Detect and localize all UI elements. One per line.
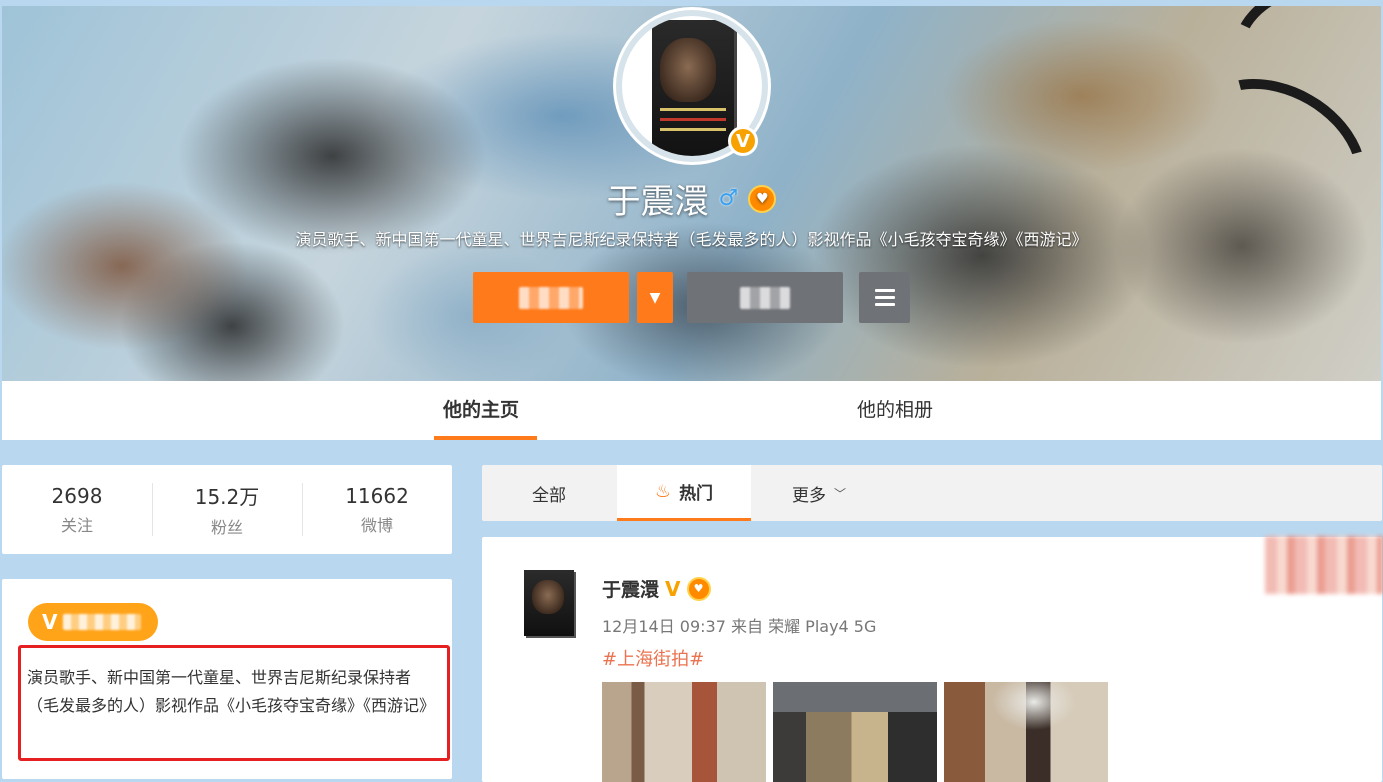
post-avatar[interactable] xyxy=(524,570,574,636)
follow-button[interactable] xyxy=(473,272,629,323)
profile-nav: 他的主页 他的相册 xyxy=(2,381,1381,440)
verified-badge-icon: V xyxy=(728,126,758,156)
post-author[interactable]: 于震澴 V ♥ xyxy=(602,575,711,602)
active-tab-indicator xyxy=(434,436,537,440)
post-photo[interactable] xyxy=(944,682,1108,782)
more-menu-button[interactable] xyxy=(859,272,910,323)
stat-value: 2698 xyxy=(51,483,103,508)
stat-label: 微博 xyxy=(360,515,393,535)
verified-badge[interactable]: V xyxy=(28,603,158,641)
member-heart-icon: ♥ xyxy=(748,184,777,213)
tab-album[interactable]: 他的相册 xyxy=(857,381,933,440)
follow-dropdown-button[interactable]: ▼ xyxy=(637,272,673,323)
post-hashtag[interactable]: #上海街拍# xyxy=(602,645,704,671)
verified-v-icon: V xyxy=(42,610,58,634)
tab-all[interactable]: 全部 xyxy=(482,465,616,521)
tab-hot-label: 热门 xyxy=(679,484,714,504)
tab-hot[interactable]: ♨ 热门 xyxy=(617,465,751,521)
stat-label: 粉丝 xyxy=(210,518,243,537)
hamburger-icon xyxy=(874,289,895,292)
post-photo[interactable] xyxy=(602,682,766,782)
post-card: 于震澴 V ♥ 12月14日 09:37 来自 荣耀 Play4 5G #上海街… xyxy=(482,537,1382,782)
message-button[interactable] xyxy=(687,272,843,323)
bio-text-highlight: 演员歌手、新中国第一代童星、世界吉尼斯纪录保持者（毛发最多的人）影视作品《小毛孩… xyxy=(18,645,450,761)
member-heart-icon: ♥ xyxy=(686,576,711,601)
feed-tabs: 全部 ♨ 热门 更多 ﹀ xyxy=(482,465,1382,521)
blurred-corner-widget xyxy=(1265,536,1383,594)
blurred-badge-text xyxy=(63,614,142,630)
profile-description: 演员歌手、新中国第一代童星、世界吉尼斯纪录保持者（毛发最多的人）影视作品《小毛孩… xyxy=(295,230,1088,249)
stat-value: 15.2万 xyxy=(194,485,260,509)
tab-more-label: 更多 xyxy=(791,485,826,506)
blurred-label xyxy=(740,286,790,309)
bio-card: V 演员歌手、新中国第一代童星、世界吉尼斯纪录保持者（毛发最多的人）影视作品《小… xyxy=(2,579,452,779)
blurred-label xyxy=(519,286,583,309)
chevron-down-icon: ﹀ xyxy=(833,486,846,501)
profile-name: 于震澴 ♂ ♥ xyxy=(0,174,1383,223)
caret-down-icon: ▼ xyxy=(649,289,661,306)
stat-following[interactable]: 2698 关注 xyxy=(2,465,152,554)
stat-label: 关注 xyxy=(60,515,93,535)
profile-name-text: 于震澴 xyxy=(606,182,709,222)
bio-text: 演员歌手、新中国第一代童星、世界吉尼斯纪录保持者（毛发最多的人）影视作品《小毛孩… xyxy=(27,668,436,715)
fire-icon: ♨ xyxy=(654,481,672,502)
male-icon: ♂ xyxy=(718,186,739,211)
book-cover-image xyxy=(652,20,734,156)
tab-homepage[interactable]: 他的主页 xyxy=(443,381,519,440)
stat-followers[interactable]: 15.2万 粉丝 xyxy=(152,465,302,554)
post-photo[interactable] xyxy=(773,682,937,782)
stat-value: 11662 xyxy=(345,483,409,508)
post-author-name: 于震澴 xyxy=(602,579,660,601)
post-meta: 12月14日 09:37 来自 荣耀 Play4 5G xyxy=(602,617,877,636)
tab-more[interactable]: 更多 ﹀ xyxy=(764,465,874,521)
stats-card: 2698 关注 15.2万 粉丝 11662 微博 xyxy=(2,465,452,554)
verified-v-icon: V xyxy=(665,576,681,601)
tab-all-label: 全部 xyxy=(532,485,566,506)
stat-posts[interactable]: 11662 微博 xyxy=(302,465,452,554)
